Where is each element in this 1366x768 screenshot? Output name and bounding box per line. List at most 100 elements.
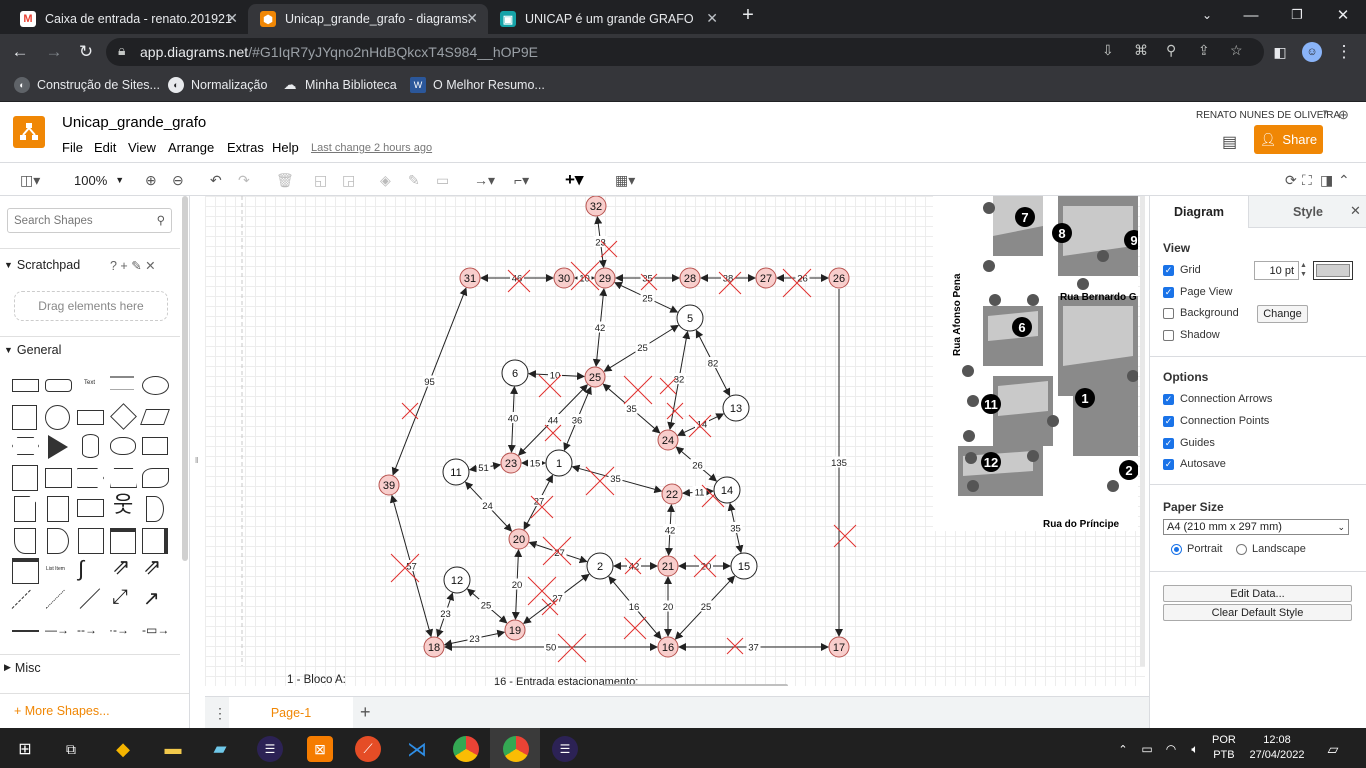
portrait-option[interactable]: Portrait — [1171, 543, 1222, 555]
legend-item[interactable]: 1 - Bloco A: — [287, 674, 346, 686]
edge-label[interactable]: 11 — [695, 488, 705, 499]
process-shape[interactable] — [77, 410, 104, 425]
edge-label[interactable]: 20 — [512, 580, 523, 591]
new-tab-button[interactable]: + — [734, 0, 762, 30]
tab-drawio[interactable]: ⬢ Unicap_grande_grafo - diagrams. ✕ — [248, 4, 488, 34]
eclipse-icon[interactable]: ☰ — [257, 736, 283, 762]
fill-color-icon[interactable]: ◈ — [380, 171, 391, 189]
graph-node[interactable]: 5 — [676, 304, 704, 332]
edge-label[interactable]: 25 — [701, 602, 712, 613]
chrome-profile-icon[interactable] — [503, 736, 529, 762]
collapse-icon[interactable]: ⌃ — [1338, 171, 1350, 189]
bookmark-star-icon[interactable]: ☆ — [1230, 42, 1243, 59]
menu-edit[interactable]: Edit — [94, 140, 116, 155]
file-explorer-icon[interactable]: ▬ — [160, 736, 186, 762]
connector-label-shape[interactable]: ·-→ — [109, 623, 129, 637]
clock[interactable]: 12:08 27/04/2022 — [1248, 733, 1306, 763]
eclipse-icon[interactable]: ☰ — [552, 736, 578, 762]
diamond-shape[interactable] — [110, 403, 137, 430]
line-color-icon[interactable]: ✎ — [408, 171, 420, 189]
card-shape[interactable] — [47, 496, 69, 522]
splitter-handle[interactable]: ‖ — [195, 456, 198, 465]
graph-node[interactable]: 32 — [585, 196, 607, 217]
actor-shape[interactable]: 웃 — [113, 494, 133, 516]
sidebar-icon[interactable]: ◧ — [1270, 42, 1290, 62]
checkbox-icon[interactable] — [1163, 329, 1174, 341]
edge-label[interactable]: 35 — [610, 474, 621, 485]
guides-option[interactable]: ✓ Guides — [1163, 437, 1215, 449]
notepad-icon[interactable]: ▰ — [207, 736, 233, 762]
autosave-option[interactable]: ✓ Autosave — [1163, 458, 1226, 470]
user-name[interactable]: RENATO NUNES DE OLIVEIRA — [1196, 110, 1340, 121]
shadow-option[interactable]: Shadow — [1163, 329, 1220, 341]
note-shape[interactable] — [14, 496, 36, 522]
link-shape[interactable] — [12, 630, 39, 632]
edge-label[interactable]: 25 — [637, 343, 648, 354]
edge-label[interactable]: 16 — [629, 602, 640, 613]
edge-label[interactable]: 135 — [831, 458, 847, 469]
url-bar[interactable]: 🔒︎ app.diagrams.net/#G1IqR7yJYqno2nHdBQk… — [106, 38, 1264, 66]
chrome-icon[interactable] — [453, 736, 479, 762]
text-shape[interactable]: Text — [84, 380, 95, 386]
to-front-icon[interactable]: ◱ — [314, 171, 327, 189]
menu-arrange[interactable]: Arrange — [168, 140, 214, 155]
connector-arrow-shape[interactable]: —→ — [45, 623, 69, 637]
arrow-shape[interactable]: ⇗ — [143, 554, 161, 580]
graph-node[interactable]: 26 — [828, 267, 850, 289]
misc-header[interactable]: ▶ Misc — [0, 654, 180, 680]
tape-shape[interactable] — [142, 468, 169, 488]
back-icon[interactable]: ← — [10, 42, 30, 62]
checkbox-checked-icon[interactable]: ✓ — [1163, 437, 1174, 449]
background-option[interactable]: Background — [1163, 307, 1239, 319]
callout-shape[interactable] — [77, 499, 104, 517]
fullscreen-icon[interactable]: ⛶ — [1302, 171, 1312, 189]
tab-search-icon[interactable]: ⌄ — [1184, 0, 1230, 30]
tab-gmail[interactable]: M Caixa de entrada - renato.201921 ✕ — [8, 4, 248, 34]
edge-label[interactable]: 20 — [663, 602, 674, 613]
xampp-icon[interactable]: ⊠ — [307, 736, 333, 762]
edge-label[interactable]: 35 — [730, 524, 741, 535]
edge-label[interactable]: 95 — [424, 377, 435, 388]
curve-shape[interactable]: ∫ — [78, 556, 84, 582]
connector-dashed-shape[interactable]: --→ — [77, 623, 97, 637]
graph-node[interactable]: 6 — [501, 359, 529, 387]
install-icon[interactable]: ⇩ — [1102, 42, 1114, 59]
checkbox-checked-icon[interactable]: ✓ — [1163, 393, 1174, 405]
landscape-option[interactable]: Landscape — [1236, 543, 1306, 555]
edge-label[interactable]: 38 — [723, 274, 734, 285]
checkbox-checked-icon[interactable]: ✓ — [1163, 264, 1174, 276]
caret-down-icon[interactable]: ▾ — [1323, 107, 1328, 118]
checkbox-checked-icon[interactable]: ✓ — [1163, 458, 1174, 470]
wifi-icon[interactable]: ◠ — [1158, 736, 1184, 762]
list-item-shape[interactable]: List Item — [46, 566, 65, 572]
graph-node[interactable]: 1 — [545, 449, 573, 477]
translate-icon[interactable]: ⌘ — [1134, 42, 1148, 59]
waypoints-icon[interactable]: ⌐▾ — [514, 171, 529, 189]
close-icon[interactable]: ✕ — [706, 10, 718, 27]
triangle-shape[interactable] — [48, 435, 68, 459]
scratchpad-header[interactable]: ▼ Scratchpad ? + ✎ ✕ — [0, 248, 180, 280]
checkbox-icon[interactable] — [1163, 307, 1174, 319]
graph-node[interactable]: 18 — [423, 636, 445, 658]
edge-label[interactable]: 24 — [482, 501, 493, 512]
graph-node[interactable]: 28 — [679, 267, 701, 289]
git-icon[interactable]: ⟋ — [355, 736, 381, 762]
paper-size-select[interactable]: A4 (210 mm x 297 mm) ⌄ — [1163, 519, 1349, 535]
graph-node[interactable]: 12 — [443, 566, 471, 594]
language-indicator[interactable]: POR PTB — [1212, 733, 1236, 763]
rectangle-shape[interactable] — [12, 379, 39, 392]
edge-label[interactable]: 36 — [572, 416, 583, 427]
page-view-option[interactable]: ✓ Page View — [1163, 286, 1232, 298]
tab-style[interactable]: Style — [1248, 196, 1366, 228]
menu-help[interactable]: Help — [272, 140, 299, 155]
bidirectional-arrow-shape[interactable]: ⇗ — [112, 554, 130, 580]
edit-data-button[interactable]: Edit Data... — [1163, 585, 1352, 602]
frame-shape[interactable] — [78, 528, 104, 554]
search-input[interactable]: Search Shapes ⚲ — [7, 208, 172, 233]
stepper-icon[interactable]: ▲ ▼ — [1300, 261, 1308, 280]
window-close-button[interactable]: ✕ — [1320, 0, 1366, 30]
edge-label[interactable]: 42 — [595, 323, 606, 334]
to-back-icon[interactable]: ◲ — [342, 171, 355, 189]
connection-arrows-option[interactable]: ✓ Connection Arrows — [1163, 393, 1272, 405]
zoom-select[interactable]: 100% ▼ — [74, 171, 124, 189]
